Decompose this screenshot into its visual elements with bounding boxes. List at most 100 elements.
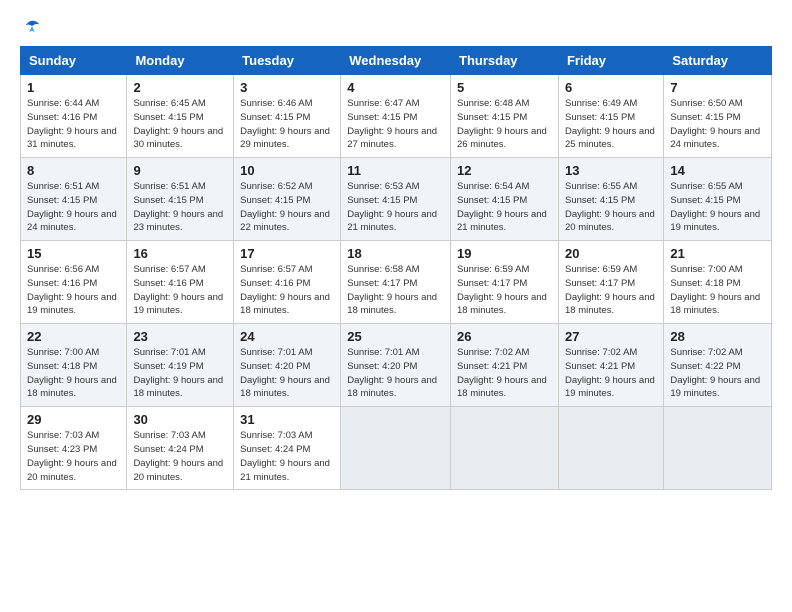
- table-row: 24Sunrise: 7:01 AMSunset: 4:20 PMDayligh…: [234, 324, 341, 407]
- day-detail: Sunrise: 6:55 AMSunset: 4:15 PMDaylight:…: [670, 181, 760, 233]
- day-number: 29: [27, 412, 120, 427]
- table-row: [664, 407, 772, 490]
- day-number: 28: [670, 329, 765, 344]
- day-number: 17: [240, 246, 334, 261]
- day-number: 2: [133, 80, 227, 95]
- calendar-page: Sunday Monday Tuesday Wednesday Thursday…: [0, 0, 792, 612]
- day-detail: Sunrise: 6:51 AMSunset: 4:15 PMDaylight:…: [27, 181, 117, 233]
- day-number: 20: [565, 246, 657, 261]
- day-detail: Sunrise: 7:01 AMSunset: 4:20 PMDaylight:…: [240, 347, 330, 399]
- table-row: 28 Sunrise: 7:02 AMSunset: 4:22 PMDayligh…: [664, 324, 772, 407]
- day-number: 26: [457, 329, 552, 344]
- day-number: 10: [240, 163, 334, 178]
- table-row: 11Sunrise: 6:53 AMSunset: 4:15 PMDayligh…: [341, 158, 451, 241]
- table-row: 31Sunrise: 7:03 AMSunset: 4:24 PMDayligh…: [234, 407, 341, 490]
- calendar-week-5: 29 Sunrise: 7:03 AMSunset: 4:23 PMDayligh…: [21, 407, 772, 490]
- day-number: 15: [27, 246, 120, 261]
- day-detail: Sunrise: 7:03 AMSunset: 4:24 PMDaylight:…: [133, 430, 223, 482]
- calendar-week-4: 22 Sunrise: 7:00 AMSunset: 4:18 PMDayligh…: [21, 324, 772, 407]
- day-detail: Sunrise: 6:58 AMSunset: 4:17 PMDaylight:…: [347, 264, 437, 316]
- table-row: [451, 407, 559, 490]
- table-row: 16Sunrise: 6:57 AMSunset: 4:16 PMDayligh…: [127, 241, 234, 324]
- day-number: 1: [27, 80, 120, 95]
- day-detail: Sunrise: 7:00 AMSunset: 4:18 PMDaylight:…: [670, 264, 760, 316]
- col-friday: Friday: [558, 47, 663, 75]
- day-number: 12: [457, 163, 552, 178]
- table-row: 19 Sunrise: 6:59 AMSunset: 4:17 PMDayligh…: [451, 241, 559, 324]
- table-row: 12 Sunrise: 6:54 AMSunset: 4:15 PMDayligh…: [451, 158, 559, 241]
- table-row: 5Sunrise: 6:48 AMSunset: 4:15 PMDaylight…: [451, 75, 559, 158]
- table-row: 10Sunrise: 6:52 AMSunset: 4:15 PMDayligh…: [234, 158, 341, 241]
- table-row: 21 Sunrise: 7:00 AMSunset: 4:18 PMDayligh…: [664, 241, 772, 324]
- calendar-week-3: 15 Sunrise: 6:56 AMSunset: 4:16 PMDayligh…: [21, 241, 772, 324]
- table-row: 23 Sunrise: 7:01 AMSunset: 4:19 PMDayligh…: [127, 324, 234, 407]
- day-detail: Sunrise: 7:02 AMSunset: 4:21 PMDaylight:…: [565, 347, 655, 399]
- table-row: 14 Sunrise: 6:55 AMSunset: 4:15 PMDayligh…: [664, 158, 772, 241]
- table-row: 22 Sunrise: 7:00 AMSunset: 4:18 PMDayligh…: [21, 324, 127, 407]
- day-number: 27: [565, 329, 657, 344]
- table-row: 29 Sunrise: 7:03 AMSunset: 4:23 PMDayligh…: [21, 407, 127, 490]
- table-row: 25Sunrise: 7:01 AMSunset: 4:20 PMDayligh…: [341, 324, 451, 407]
- day-detail: Sunrise: 7:01 AMSunset: 4:20 PMDaylight:…: [347, 347, 437, 399]
- day-number: 7: [670, 80, 765, 95]
- day-detail: Sunrise: 6:49 AMSunset: 4:15 PMDaylight:…: [565, 98, 655, 150]
- day-detail: Sunrise: 6:51 AMSunset: 4:15 PMDaylight:…: [133, 181, 223, 233]
- day-detail: Sunrise: 6:44 AMSunset: 4:16 PMDaylight:…: [27, 98, 117, 150]
- table-row: 2 Sunrise: 6:45 AMSunset: 4:15 PMDaylight…: [127, 75, 234, 158]
- day-detail: Sunrise: 7:03 AMSunset: 4:24 PMDaylight:…: [240, 430, 330, 482]
- day-number: 21: [670, 246, 765, 261]
- header: [20, 18, 772, 38]
- col-saturday: Saturday: [664, 47, 772, 75]
- table-row: 8 Sunrise: 6:51 AMSunset: 4:15 PMDaylight…: [21, 158, 127, 241]
- col-tuesday: Tuesday: [234, 47, 341, 75]
- day-detail: Sunrise: 6:59 AMSunset: 4:17 PMDaylight:…: [565, 264, 655, 316]
- day-detail: Sunrise: 6:59 AMSunset: 4:17 PMDaylight:…: [457, 264, 547, 316]
- day-number: 8: [27, 163, 120, 178]
- table-row: 4Sunrise: 6:47 AMSunset: 4:15 PMDaylight…: [341, 75, 451, 158]
- day-detail: Sunrise: 6:57 AMSunset: 4:16 PMDaylight:…: [240, 264, 330, 316]
- day-detail: Sunrise: 6:45 AMSunset: 4:15 PMDaylight:…: [133, 98, 223, 150]
- day-detail: Sunrise: 7:02 AMSunset: 4:22 PMDaylight:…: [670, 347, 760, 399]
- table-row: 9 Sunrise: 6:51 AMSunset: 4:15 PMDaylight…: [127, 158, 234, 241]
- day-detail: Sunrise: 6:57 AMSunset: 4:16 PMDaylight:…: [133, 264, 223, 316]
- day-detail: Sunrise: 6:50 AMSunset: 4:15 PMDaylight:…: [670, 98, 760, 150]
- table-row: 18 Sunrise: 6:58 AMSunset: 4:17 PMDayligh…: [341, 241, 451, 324]
- day-number: 22: [27, 329, 120, 344]
- calendar-week-1: 1 Sunrise: 6:44 AMSunset: 4:16 PMDaylight…: [21, 75, 772, 158]
- day-number: 19: [457, 246, 552, 261]
- table-row: 26 Sunrise: 7:02 AMSunset: 4:21 PMDayligh…: [451, 324, 559, 407]
- calendar-table: Sunday Monday Tuesday Wednesday Thursday…: [20, 46, 772, 490]
- logo: [20, 18, 41, 38]
- calendar-week-2: 8 Sunrise: 6:51 AMSunset: 4:15 PMDaylight…: [21, 158, 772, 241]
- day-number: 18: [347, 246, 444, 261]
- day-detail: Sunrise: 6:46 AMSunset: 4:15 PMDaylight:…: [240, 98, 330, 150]
- day-number: 11: [347, 163, 444, 178]
- day-number: 3: [240, 80, 334, 95]
- table-row: 13Sunrise: 6:55 AMSunset: 4:15 PMDayligh…: [558, 158, 663, 241]
- table-row: 6 Sunrise: 6:49 AMSunset: 4:15 PMDaylight…: [558, 75, 663, 158]
- day-detail: Sunrise: 6:56 AMSunset: 4:16 PMDaylight:…: [27, 264, 117, 316]
- table-row: 27 Sunrise: 7:02 AMSunset: 4:21 PMDayligh…: [558, 324, 663, 407]
- day-detail: Sunrise: 7:00 AMSunset: 4:18 PMDaylight:…: [27, 347, 117, 399]
- day-detail: Sunrise: 6:47 AMSunset: 4:15 PMDaylight:…: [347, 98, 437, 150]
- table-row: [341, 407, 451, 490]
- col-thursday: Thursday: [451, 47, 559, 75]
- day-detail: Sunrise: 6:54 AMSunset: 4:15 PMDaylight:…: [457, 181, 547, 233]
- table-row: [558, 407, 663, 490]
- day-number: 5: [457, 80, 552, 95]
- day-number: 6: [565, 80, 657, 95]
- day-number: 9: [133, 163, 227, 178]
- day-number: 13: [565, 163, 657, 178]
- day-number: 23: [133, 329, 227, 344]
- table-row: 17 Sunrise: 6:57 AMSunset: 4:16 PMDayligh…: [234, 241, 341, 324]
- table-row: 3 Sunrise: 6:46 AMSunset: 4:15 PMDaylight…: [234, 75, 341, 158]
- table-row: 15 Sunrise: 6:56 AMSunset: 4:16 PMDayligh…: [21, 241, 127, 324]
- logo-bird-icon: [23, 18, 41, 36]
- col-wednesday: Wednesday: [341, 47, 451, 75]
- day-number: 14: [670, 163, 765, 178]
- day-detail: Sunrise: 7:01 AMSunset: 4:19 PMDaylight:…: [133, 347, 223, 399]
- table-row: 30 Sunrise: 7:03 AMSunset: 4:24 PMDayligh…: [127, 407, 234, 490]
- day-detail: Sunrise: 7:03 AMSunset: 4:23 PMDaylight:…: [27, 430, 117, 482]
- day-number: 30: [133, 412, 227, 427]
- day-detail: Sunrise: 7:02 AMSunset: 4:21 PMDaylight:…: [457, 347, 547, 399]
